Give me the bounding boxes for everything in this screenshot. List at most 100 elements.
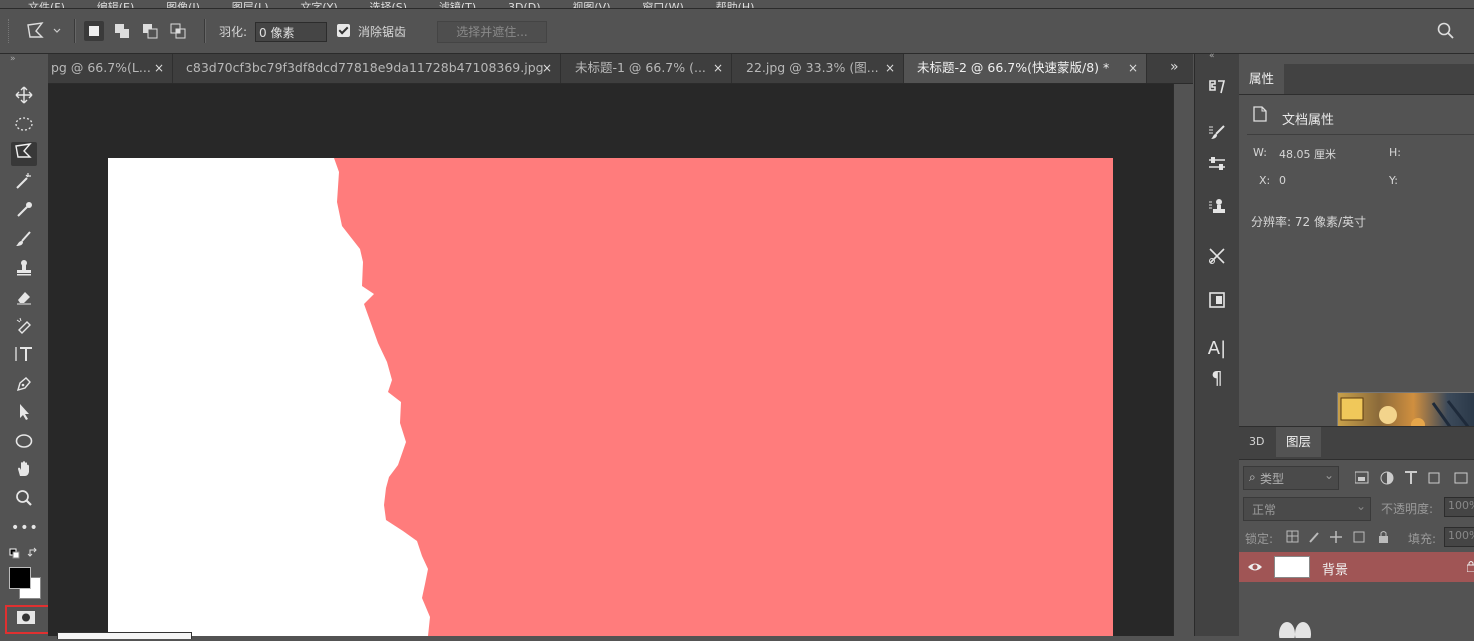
close-icon[interactable]: × xyxy=(154,54,164,82)
selected-area-shape xyxy=(108,158,430,636)
menu-item[interactable]: 选择(S) xyxy=(369,0,407,8)
close-icon[interactable]: × xyxy=(885,54,895,82)
dock-collapse-icon[interactable]: « xyxy=(1209,51,1215,61)
tab-label: 未标题-2 @ 66.7%(快速蒙版/8) * xyxy=(917,60,1110,75)
separator xyxy=(74,19,76,43)
properties-divider xyxy=(1247,134,1474,135)
layer-comps-icon[interactable] xyxy=(1203,290,1231,316)
close-icon[interactable]: × xyxy=(1128,54,1138,82)
more-icon[interactable]: ••• xyxy=(11,516,38,540)
path-select-icon[interactable] xyxy=(11,402,37,426)
character-icon[interactable]: A| xyxy=(1203,336,1231,362)
tab-document-2[interactable]: c83d70cf3bc79f3df8dcd77818e9da11728b4710… xyxy=(173,54,561,83)
tab-layers[interactable]: 图层 xyxy=(1276,427,1322,457)
layer-thumbnail xyxy=(1274,556,1310,578)
document-canvas[interactable] xyxy=(108,158,1113,636)
eraser-icon[interactable] xyxy=(11,287,37,311)
history-icon[interactable] xyxy=(1203,77,1231,103)
move-icon[interactable] xyxy=(11,85,37,109)
options-bar: 羽化: 0 像素 消除锯齿 选择并遮住... xyxy=(0,9,1474,54)
x-value[interactable]: 0 xyxy=(1279,174,1286,187)
eyedropper-icon[interactable] xyxy=(11,200,37,224)
resolution-text: 分辨率: 72 像素/英寸 xyxy=(1251,215,1366,229)
menu-item[interactable]: 文字(Y) xyxy=(300,0,337,8)
search-icon: ⌕ xyxy=(1249,470,1256,484)
menu-bar: 文件(F) 编辑(E) 图像(I) 图层(L) 文字(Y) 选择(S) 滤镜(T… xyxy=(0,0,1474,9)
document-tabs: pg @ 66.7%(L... × c83d70cf3bc79f3df8dcd7… xyxy=(48,54,1193,84)
foreground-color-swatch[interactable] xyxy=(9,567,31,589)
menu-item[interactable]: 3D(D) xyxy=(508,1,541,8)
fill-input[interactable]: 100% xyxy=(1444,527,1474,547)
layer-row-background[interactable]: 背景 xyxy=(1239,552,1474,582)
marquee-icon[interactable] xyxy=(11,114,37,138)
tab-properties[interactable]: 属性 xyxy=(1239,64,1285,94)
chevron-down-icon: ⌄ xyxy=(1356,499,1367,513)
width-label: W: xyxy=(1253,146,1267,159)
tab-overflow-icon[interactable]: » xyxy=(1170,59,1179,75)
menu-item[interactable]: 文件(F) xyxy=(28,0,65,8)
select-and-mask-button[interactable]: 选择并遮住... xyxy=(437,21,547,43)
zoom-icon[interactable] xyxy=(11,488,37,512)
panel-divider[interactable] xyxy=(1173,84,1194,636)
add-selection-icon[interactable] xyxy=(112,21,132,41)
menu-item[interactable]: 图像(I) xyxy=(166,0,200,8)
magic-wand-icon[interactable] xyxy=(11,171,37,195)
type-icon[interactable] xyxy=(11,344,37,368)
brush-settings-icon[interactable] xyxy=(1203,122,1231,148)
clone-source-icon[interactable] xyxy=(1203,197,1231,223)
fill-label: 填充: xyxy=(1408,532,1437,546)
tab-3d[interactable]: 3D xyxy=(1239,427,1274,457)
tab-document-1[interactable]: pg @ 66.7%(L... × xyxy=(48,54,173,83)
quick-mask-icon[interactable] xyxy=(13,607,39,631)
eye-icon[interactable] xyxy=(1247,561,1263,576)
tools-preset-icon[interactable] xyxy=(1203,246,1231,272)
tab-document-3[interactable]: 未标题-1 @ 66.7% (... × xyxy=(561,54,732,83)
feather-input[interactable]: 0 像素 xyxy=(255,22,327,42)
tab-document-active[interactable]: 未标题-2 @ 66.7%(快速蒙版/8) * × xyxy=(904,54,1147,83)
toolbox-collapse-icon[interactable]: » xyxy=(10,54,16,64)
new-selection-icon[interactable] xyxy=(84,21,104,41)
adjustments-icon[interactable] xyxy=(1203,154,1231,180)
polygonal-lasso-preset-picker[interactable] xyxy=(24,21,66,41)
stamp-icon[interactable] xyxy=(11,258,37,282)
separator xyxy=(204,19,206,43)
height-label: H: xyxy=(1389,146,1401,159)
collapsed-panel-dock: « A| ¶ xyxy=(1194,51,1240,636)
tab-label: 未标题-1 @ 66.7% (... xyxy=(575,60,706,75)
antialias-checkbox[interactable] xyxy=(337,24,350,37)
brush-icon[interactable] xyxy=(11,229,37,253)
menu-item[interactable]: 窗口(W) xyxy=(642,0,683,8)
default-colors-icon[interactable] xyxy=(8,546,44,563)
lock-icons[interactable] xyxy=(1286,529,1396,548)
hand-icon[interactable] xyxy=(11,459,37,483)
blend-mode-select[interactable]: 正常 ⌄ xyxy=(1243,497,1371,521)
polygonal-lasso-icon[interactable] xyxy=(11,142,37,166)
options-grip[interactable] xyxy=(8,19,12,43)
properties-section-title: 文档属性 xyxy=(1282,113,1335,128)
close-icon[interactable]: × xyxy=(542,54,552,82)
menu-item[interactable]: 帮助(H) xyxy=(716,0,755,8)
paragraph-icon[interactable]: ¶ xyxy=(1203,366,1231,392)
layer-filter-icons xyxy=(1354,469,1474,490)
opacity-input[interactable]: 100% xyxy=(1444,497,1474,517)
properties-tabs: 属性 xyxy=(1239,64,1474,95)
right-panels: 属性 文档属性 W: 48.05 厘米 H: X: 0 Y: 分辨率: 72 像… xyxy=(1239,54,1474,641)
subtract-selection-icon[interactable] xyxy=(140,21,160,41)
pen-icon[interactable] xyxy=(11,374,37,398)
document-icon xyxy=(1253,106,1267,125)
layer-filter-label: 类型 xyxy=(1260,472,1285,486)
menu-item[interactable]: 图层(L) xyxy=(232,0,269,8)
width-value[interactable]: 48.05 厘米 xyxy=(1279,146,1336,162)
close-icon[interactable]: × xyxy=(713,54,723,82)
search-icon[interactable] xyxy=(1436,21,1456,41)
intersect-selection-icon[interactable] xyxy=(168,21,188,41)
gradient-icon[interactable] xyxy=(11,316,37,340)
blend-mode-value: 正常 xyxy=(1252,503,1277,517)
layer-filter-field[interactable]: ⌕ 类型 ⌄ xyxy=(1243,466,1339,490)
menu-item[interactable]: 视图(V) xyxy=(572,0,610,8)
menu-item[interactable]: 滤镜(T) xyxy=(439,0,476,8)
ellipse-icon[interactable] xyxy=(11,431,37,455)
tab-label: 22.jpg @ 33.3% (图... xyxy=(746,60,879,75)
menu-item[interactable]: 编辑(E) xyxy=(97,0,135,8)
tab-document-4[interactable]: 22.jpg @ 33.3% (图... × xyxy=(732,54,904,83)
